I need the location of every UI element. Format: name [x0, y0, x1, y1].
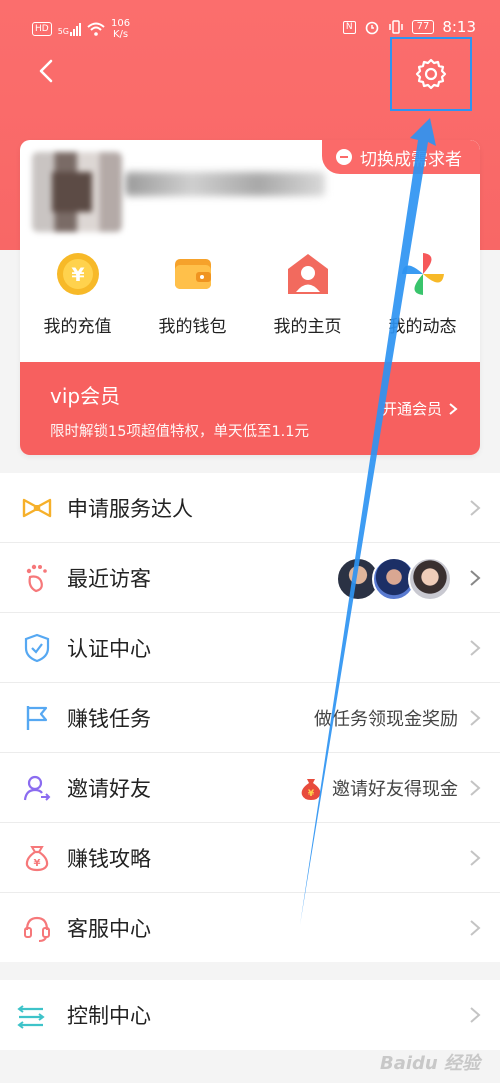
back-button[interactable]	[30, 54, 64, 88]
svg-text:¥: ¥	[71, 264, 84, 286]
chevron-left-icon	[39, 59, 53, 83]
signal-generation: 5G	[57, 26, 69, 36]
username-blurred	[125, 172, 325, 196]
menu-label-verification: 认证中心	[67, 636, 151, 661]
home-user-icon	[284, 250, 332, 298]
speed-value: 106	[111, 18, 131, 29]
quick-actions: ¥ 我的充值 我的钱包 我的主页 我的动态	[20, 250, 480, 337]
menu-label-recent-visitors: 最近访客	[67, 566, 151, 591]
menu-label-control-center: 控制中心	[67, 1004, 151, 1028]
menu-item-money-guide[interactable]: ¥ 赚钱攻略	[0, 823, 500, 893]
hd-badge: HD	[32, 22, 52, 36]
quick-wallet[interactable]: 我的钱包	[135, 250, 250, 337]
quick-homepage[interactable]: 我的主页	[250, 250, 365, 337]
profile-card: 切换成需求者 ¥ 我的充值 我的钱包 我的主页 我的动态 vip会员 限时解锁1…	[20, 140, 480, 455]
vip-title: vip会员	[50, 384, 121, 408]
avatar[interactable]	[32, 152, 122, 232]
menu-label-money-tasks: 赚钱任务	[67, 706, 151, 731]
menu-label-invite-friends: 邀请好友	[67, 776, 151, 801]
menu-item-customer-service[interactable]: 客服中心	[0, 893, 500, 962]
wifi-icon	[87, 22, 105, 36]
speed-unit: K/s	[112, 29, 129, 40]
vip-open-button[interactable]: 开通会员	[382, 398, 458, 419]
sliders-icon	[16, 1002, 46, 1032]
shield-check-icon	[22, 633, 52, 663]
invite-hint-label: 邀请好友得现金	[332, 778, 458, 800]
chevron-right-icon	[470, 849, 481, 866]
visitor-avatars[interactable]	[336, 557, 452, 601]
gear-icon	[415, 58, 447, 90]
clock: 8:13	[442, 18, 476, 36]
battery-level: 77	[411, 20, 435, 34]
menu-item-invite-friends[interactable]: 邀请好友 ¥ 邀请好友得现金	[0, 753, 500, 823]
alarm-icon	[365, 21, 378, 35]
chevron-right-icon	[470, 709, 481, 726]
vip-description: 限时解锁15项超值特权，单天低至1.1元	[50, 424, 310, 440]
chevron-right-icon	[470, 499, 481, 516]
switch-role-label: 切换成需求者	[360, 149, 462, 170]
visitor-avatar	[408, 557, 452, 601]
menu-label-money-guide: 赚钱攻略	[67, 846, 151, 871]
yen-coin-icon: ¥	[54, 250, 102, 298]
chevron-right-icon	[470, 1007, 481, 1023]
quick-moments[interactable]: 我的动态	[365, 250, 480, 337]
vip-banner[interactable]: vip会员 限时解锁15项超值特权，单天低至1.1元 开通会员	[20, 362, 480, 455]
wallet-icon	[169, 250, 217, 298]
money-bag-red-icon: ¥	[301, 778, 321, 800]
chevron-right-icon	[470, 919, 481, 936]
chevron-right-icon	[449, 402, 458, 415]
menu-item-recent-visitors[interactable]: 最近访客	[0, 543, 500, 613]
flag-icon	[22, 703, 52, 733]
quick-recharge[interactable]: ¥ 我的充值	[20, 250, 135, 337]
add-friend-icon	[22, 773, 52, 803]
pinwheel-icon	[399, 250, 447, 298]
headset-icon	[22, 913, 52, 943]
settings-button[interactable]	[390, 37, 472, 111]
money-bag-icon: ¥	[22, 843, 52, 873]
footprint-icon	[22, 563, 52, 593]
watermark: Baidu 经验	[379, 1053, 480, 1074]
menu-item-control-center[interactable]: 控制中心	[0, 980, 500, 1050]
menu-hint-money-tasks: 做任务领现金奖励	[314, 708, 458, 730]
menu-list: 申请服务达人 最近访客 认证中心 赚钱任务 做任务领现金奖励 邀请好友 ¥ 邀请…	[0, 473, 500, 962]
menu-label-apply-expert: 申请服务达人	[67, 496, 193, 521]
bowtie-icon	[22, 493, 52, 523]
quick-moments-label: 我的动态	[388, 317, 457, 337]
switch-icon	[336, 149, 352, 165]
chevron-right-icon	[470, 569, 481, 586]
svg-text:¥: ¥	[34, 858, 41, 869]
quick-homepage-label: 我的主页	[273, 317, 342, 337]
svg-text:¥: ¥	[308, 789, 315, 799]
menu-item-verification[interactable]: 认证中心	[0, 613, 500, 683]
vibrate-icon	[388, 20, 403, 34]
quick-recharge-label: 我的充值	[43, 317, 112, 337]
network-speed: 106 K/s	[111, 18, 130, 40]
menu-item-money-tasks[interactable]: 赚钱任务 做任务领现金奖励	[0, 683, 500, 753]
menu-item-apply-expert[interactable]: 申请服务达人	[0, 473, 500, 543]
quick-wallet-label: 我的钱包	[158, 317, 227, 337]
chevron-right-icon	[470, 639, 481, 656]
menu-hint-invite-friends: ¥ 邀请好友得现金	[298, 775, 458, 801]
signal-icon: 5G	[57, 22, 81, 36]
vip-open-label: 开通会员	[381, 400, 442, 418]
nfc-icon: N	[342, 20, 356, 34]
switch-role-button[interactable]: 切换成需求者	[322, 140, 480, 174]
menu-label-customer-service: 客服中心	[67, 916, 151, 941]
chevron-right-icon	[470, 779, 481, 796]
